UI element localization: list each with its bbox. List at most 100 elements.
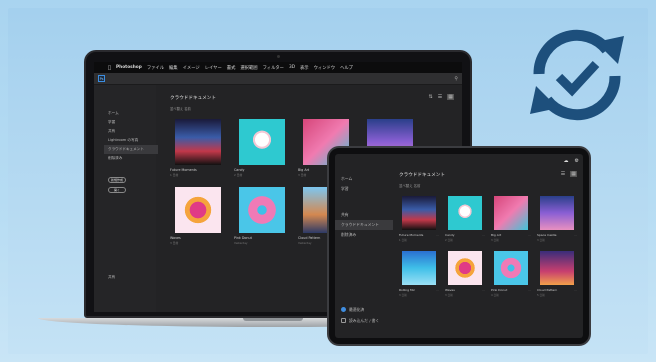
file-meta: 1 日前	[170, 173, 179, 177]
menu-type[interactable]: 書式	[227, 65, 236, 71]
file-name: ··· Cloud Pattern	[537, 288, 577, 292]
sidebar-item-lightroom[interactable]: Lightroom の写真	[108, 136, 156, 145]
file-meta: 4 日前	[491, 294, 499, 297]
search-icon[interactable]: ⚲	[454, 76, 458, 82]
more-icon[interactable]: ···	[482, 233, 485, 237]
file-name: ··· Pink Donut	[491, 288, 531, 292]
tablet-screen: ☁ ⚙ ホーム 学習 共有 クラウドドキュメント 削除済み 最適化済 読み込んだ…	[335, 154, 583, 338]
menu-select[interactable]: 選択範囲	[240, 65, 257, 71]
file-name: Future Moments	[170, 168, 197, 172]
file-thumbnail	[494, 196, 528, 230]
list-view-icon[interactable]: ☰	[561, 171, 565, 177]
open-button[interactable]: 開く	[108, 187, 126, 193]
more-icon[interactable]: ···	[436, 288, 439, 292]
app-bar: Ps ⚲	[94, 73, 462, 85]
file-meta: 3 日前	[537, 239, 545, 242]
menu-file[interactable]: ファイル	[147, 65, 164, 71]
more-icon[interactable]: ···	[436, 233, 439, 237]
menu-app-name[interactable]: Photoshop	[116, 65, 142, 70]
file-name: Waves	[170, 236, 181, 240]
sidebar-item-shared[interactable]: 共有	[108, 127, 156, 136]
sort-control[interactable]: 並べ替え 名前	[399, 183, 577, 188]
settings-icon[interactable]: ⚙	[575, 158, 579, 164]
page-title: クラウドドキュメント	[170, 96, 216, 101]
sidebar-item-shared[interactable]: 共有	[341, 210, 393, 220]
file-name: ··· Waves	[445, 288, 485, 292]
file-card[interactable]: ··· Cloud Pattern 5 日前	[537, 250, 577, 297]
menu-window[interactable]: ウィンドウ	[314, 65, 335, 71]
option-optimized[interactable]: 最適化済	[341, 304, 379, 315]
list-view-icon[interactable]: ☰	[438, 94, 442, 100]
mac-menubar:  Photoshop ファイル 編集 イメージ レイヤー 書式 選択範囲 フィ…	[94, 62, 462, 73]
sort-icon[interactable]: ⇅	[429, 94, 433, 100]
menu-image[interactable]: イメージ	[183, 65, 200, 71]
menu-filter[interactable]: フィルター	[263, 65, 284, 71]
sidebar-item-cloud-documents[interactable]: クラウドドキュメント	[104, 145, 158, 154]
file-card[interactable]: Candy 2 日前	[234, 118, 290, 177]
file-thumbnail	[540, 251, 574, 285]
sidebar-item-home[interactable]: ホーム	[341, 174, 393, 184]
tablet: ☁ ⚙ ホーム 学習 共有 クラウドドキュメント 削除済み 最適化済 読み込んだ…	[327, 146, 591, 346]
file-name: ··· Rolling Mic	[399, 288, 439, 292]
file-grid: ··· Future Moments 1 日前 ··· Candy 2 日前 ··· Bi…	[399, 195, 577, 297]
sidebar-item-deleted[interactable]: 削除済み	[341, 230, 393, 240]
create-new-button[interactable]: 新規作成	[108, 177, 126, 183]
more-icon[interactable]: ···	[528, 233, 531, 237]
more-icon[interactable]: ···	[574, 288, 577, 292]
cloud-icon[interactable]: ☁	[564, 158, 569, 164]
file-card[interactable]: ··· Pink Donut 4 日前	[491, 250, 531, 297]
page-title: クラウドドキュメント	[399, 173, 445, 178]
file-meta: 3 日前	[399, 294, 407, 297]
option-label: 読み込んだ / 書く	[349, 317, 380, 323]
file-thumbnail	[448, 196, 482, 230]
file-card[interactable]: ··· Future Moments 1 日前	[399, 195, 439, 242]
file-card[interactable]: ··· Waves 3 日前	[445, 250, 485, 297]
sidebar-bottom-item[interactable]: 共有	[108, 273, 115, 282]
sidebar-item-deleted[interactable]: 削除済み	[108, 154, 156, 163]
more-icon[interactable]: ···	[482, 288, 485, 292]
sort-control[interactable]: 並べ替え 名前	[170, 106, 454, 111]
file-thumbnail	[239, 119, 285, 165]
toolbar: ⇅ ☰ ▦	[429, 94, 454, 100]
file-card[interactable]: ··· Rolling Mic 3 日前	[399, 250, 439, 297]
camera	[277, 55, 280, 58]
sidebar-item-cloud-documents[interactable]: クラウドドキュメント	[335, 220, 393, 230]
file-name: Pink Donut	[234, 236, 252, 240]
file-thumbnail	[540, 196, 574, 230]
file-thumbnail	[239, 187, 285, 233]
file-card[interactable]: Pink Donut Yesterday	[234, 186, 290, 245]
menu-view[interactable]: 表示	[300, 65, 309, 71]
file-meta: 3 日前	[491, 239, 499, 242]
sidebar-item-learn[interactable]: 学習	[108, 118, 156, 127]
checkbox-icon	[341, 318, 346, 323]
file-card[interactable]: ··· Big Art 3 日前	[491, 195, 531, 242]
file-card[interactable]: ··· Space Castle 3 日前	[537, 195, 577, 242]
file-card[interactable]: Future Moments 1 日前	[170, 118, 226, 177]
file-meta: 1 日前	[399, 239, 407, 242]
file-thumbnail	[448, 251, 482, 285]
menu-edit[interactable]: 編集	[169, 65, 178, 71]
more-icon[interactable]: ···	[574, 233, 577, 237]
more-icon[interactable]: ···	[528, 288, 531, 292]
tablet-sidebar: ホーム 学習 共有 クラウドドキュメント 削除済み 最適化済 読み込んだ / 書…	[335, 168, 393, 338]
apple-logo-icon[interactable]: 	[108, 65, 111, 71]
file-name: Candy	[234, 168, 245, 172]
file-name: ··· Candy	[445, 233, 485, 237]
grid-view-icon[interactable]: ▦	[570, 171, 577, 177]
file-name: ··· Big Art	[491, 233, 531, 237]
file-thumbnail	[175, 187, 221, 233]
menu-3d[interactable]: 3D	[289, 65, 295, 70]
file-thumbnail	[175, 119, 221, 165]
sidebar-item-learn[interactable]: 学習	[341, 184, 393, 194]
menu-help[interactable]: ヘルプ	[340, 65, 353, 71]
file-meta: Yesterday	[234, 241, 248, 245]
grid-view-icon[interactable]: ▦	[447, 94, 454, 100]
photoshop-logo-icon[interactable]: Ps	[98, 75, 105, 82]
file-card[interactable]: Waves 3 日前	[170, 186, 226, 245]
menu-layer[interactable]: レイヤー	[205, 65, 222, 71]
file-meta: 2 日前	[445, 239, 453, 242]
sidebar-item-home[interactable]: ホーム	[108, 109, 156, 118]
tablet-topbar: ☁ ⚙	[335, 154, 583, 168]
file-card[interactable]: ··· Candy 2 日前	[445, 195, 485, 242]
option-readwrite[interactable]: 読み込んだ / 書く	[341, 315, 379, 326]
